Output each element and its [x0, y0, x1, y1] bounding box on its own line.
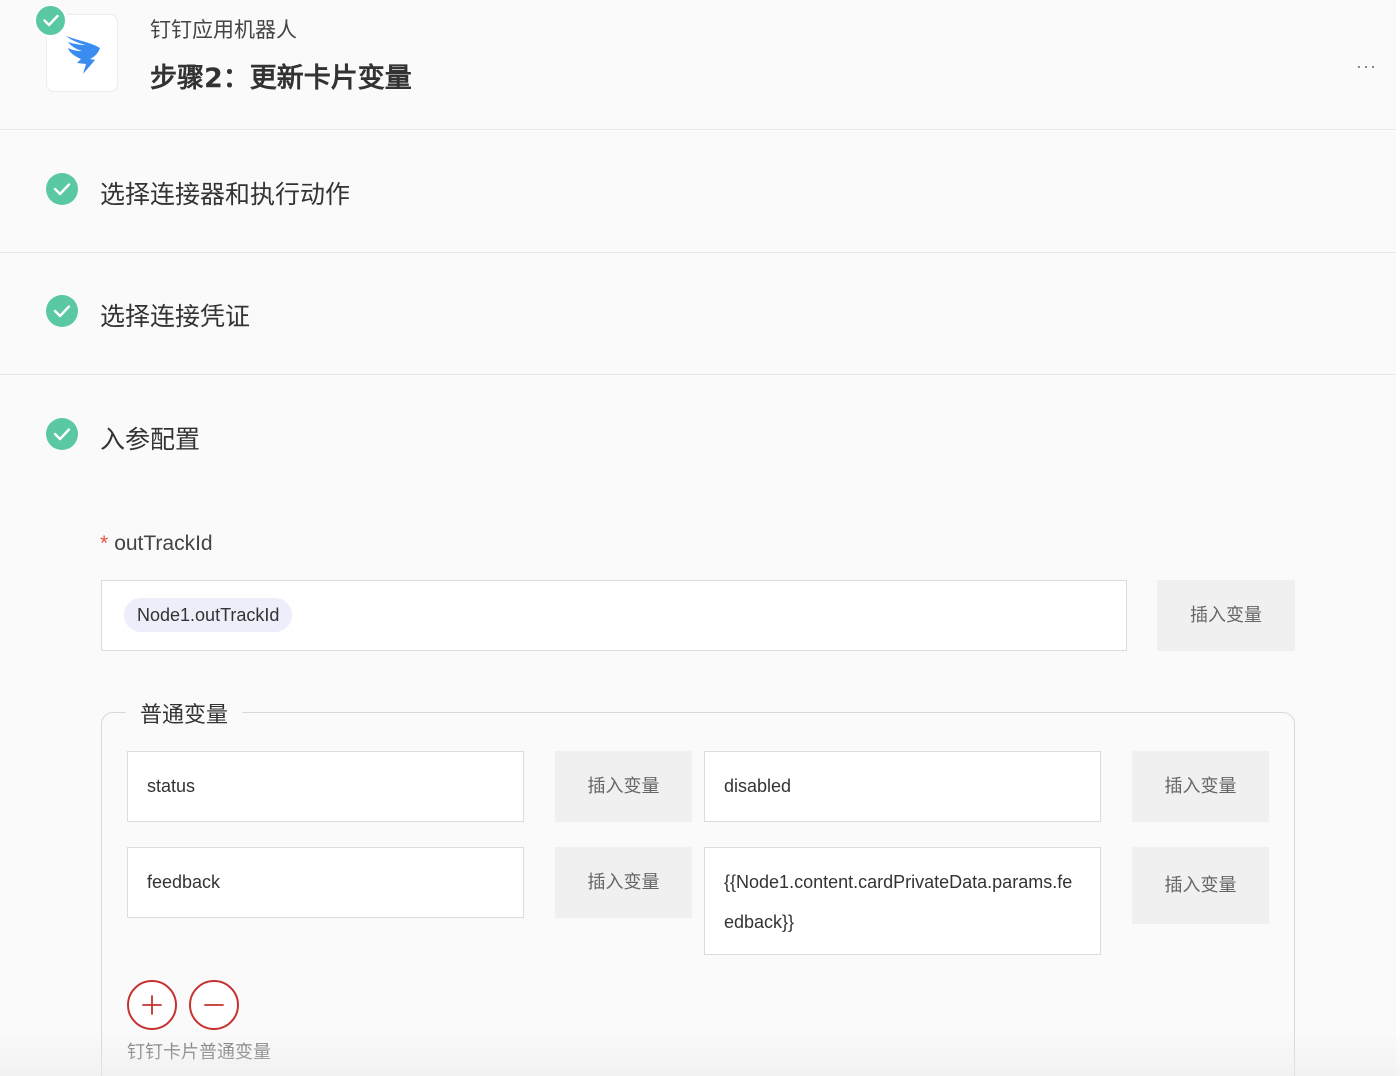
insert-variable-button[interactable]: 插入变量	[1157, 580, 1295, 651]
section-input-params-header[interactable]: 入参配置	[0, 375, 1396, 497]
app-name: 钉钉应用机器人	[150, 18, 297, 42]
out-track-id-label-text: outTrackId	[114, 532, 213, 555]
variable-chip[interactable]: Node1.outTrackId	[124, 598, 293, 632]
check-icon	[53, 183, 71, 196]
check-icon	[53, 305, 71, 318]
variable-key-input[interactable]: feedback	[127, 847, 524, 918]
insert-variable-button[interactable]: 插入变量	[555, 751, 692, 822]
required-mark: *	[100, 532, 109, 555]
section-credential[interactable]: 选择连接凭证	[0, 253, 1396, 375]
variable-key-input[interactable]: status	[127, 751, 524, 822]
step-header: 钉钉应用机器人 步骤2：更新卡片变量 ···	[0, 0, 1396, 130]
variable-value-input[interactable]: {{Node1.content.cardPrivateData.params.f…	[704, 847, 1101, 955]
out-track-id-input[interactable]: Node1.outTrackId	[101, 580, 1127, 651]
section-title: 选择连接器和执行动作	[100, 180, 351, 209]
remove-variable-button[interactable]	[189, 980, 239, 1030]
minus-icon	[204, 1004, 224, 1006]
normal-variables-helper-text: 钉钉卡片普通变量	[127, 1042, 271, 1063]
section-title: 选择连接凭证	[100, 302, 251, 331]
insert-variable-button[interactable]: 插入变量	[555, 847, 692, 918]
step-title: 步骤2：更新卡片变量	[150, 63, 412, 94]
variable-value-input[interactable]: disabled	[704, 751, 1101, 822]
insert-variable-button[interactable]: 插入变量	[1132, 847, 1269, 924]
dingtalk-logo-icon	[66, 36, 100, 74]
section-connector-action[interactable]: 选择连接器和执行动作	[0, 131, 1396, 253]
plus-icon	[142, 995, 162, 1015]
normal-variables-legend: 普通变量	[126, 697, 243, 729]
section-check-badge	[46, 295, 78, 327]
section-check-badge	[46, 418, 78, 450]
section-title: 入参配置	[100, 425, 201, 454]
check-icon	[53, 428, 71, 441]
more-options-button[interactable]: ···	[1356, 56, 1377, 77]
step-complete-badge	[34, 4, 67, 37]
add-variable-button[interactable]	[127, 980, 177, 1030]
check-icon	[43, 14, 59, 27]
out-track-id-label: * outTrackId	[100, 532, 213, 556]
section-check-badge	[46, 173, 78, 205]
insert-variable-button[interactable]: 插入变量	[1132, 751, 1269, 822]
